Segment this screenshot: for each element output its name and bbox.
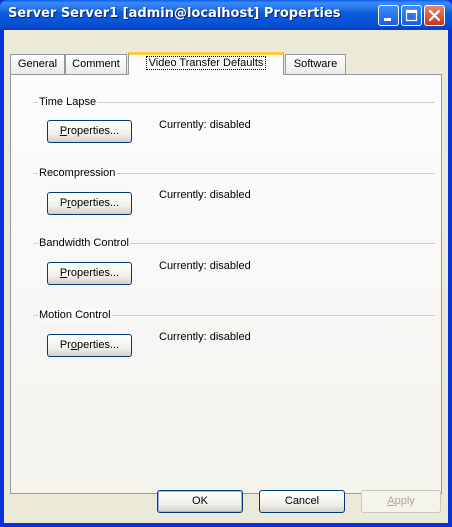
title-bar[interactable]: Server Server1 [admin@localhost] Propert… — [0, 0, 452, 30]
tab-software-label: Software — [293, 58, 338, 70]
properties-window: Server Server1 [admin@localhost] Propert… — [0, 0, 452, 527]
group-title: Bandwidth Control — [38, 236, 130, 250]
tab-software[interactable]: Software — [285, 54, 346, 74]
ok-button[interactable]: OK — [157, 490, 243, 513]
apply-button[interactable]: Apply — [361, 490, 441, 513]
tab-video-transfer-defaults-label: Video Transfer Defaults — [145, 56, 267, 70]
group-title: Motion Control — [38, 308, 112, 322]
cancel-button[interactable]: Cancel — [259, 490, 345, 513]
button-label-rest: operties... — [70, 197, 120, 209]
tab-panel-video-transfer-defaults: Time Lapse Properties... Currently: disa… — [10, 74, 442, 494]
button-label-rest: roperties... — [67, 125, 120, 137]
minimize-button[interactable] — [378, 5, 399, 26]
group-title: Recompression — [38, 166, 117, 180]
tab-general[interactable]: General — [10, 54, 65, 74]
close-icon — [428, 9, 441, 22]
button-label-rest: roperties... — [67, 267, 120, 279]
group-title: Time Lapse — [38, 95, 98, 109]
time-lapse-properties-button[interactable]: Properties... — [47, 120, 132, 143]
close-button[interactable] — [424, 5, 445, 26]
tab-general-label: General — [17, 58, 58, 70]
accelerator-key: A — [387, 495, 395, 507]
tab-comment-label: Comment — [72, 58, 120, 70]
button-label-rest: pply — [394, 495, 415, 507]
bandwidth-control-status: Currently: disabled — [159, 260, 251, 272]
motion-control-status: Currently: disabled — [159, 331, 251, 343]
button-label-start: Pr — [59, 339, 71, 351]
dialog-body: General Comment Video Transfer Defaults … — [4, 30, 448, 523]
tab-comment[interactable]: Comment — [65, 54, 127, 74]
maximize-button[interactable] — [401, 5, 422, 26]
motion-control-properties-button[interactable]: Properties... — [47, 334, 132, 357]
window-title: Server Server1 [admin@localhost] Propert… — [8, 6, 341, 21]
recompression-properties-button[interactable]: Properties... — [47, 192, 132, 215]
minimize-icon — [384, 18, 391, 21]
maximize-icon — [405, 9, 418, 22]
recompression-status: Currently: disabled — [159, 189, 251, 201]
time-lapse-status: Currently: disabled — [159, 119, 251, 131]
tab-video-transfer-defaults[interactable]: Video Transfer Defaults — [128, 52, 284, 75]
button-label-rest: perties... — [76, 339, 120, 351]
bandwidth-control-properties-button[interactable]: Properties... — [47, 262, 132, 285]
